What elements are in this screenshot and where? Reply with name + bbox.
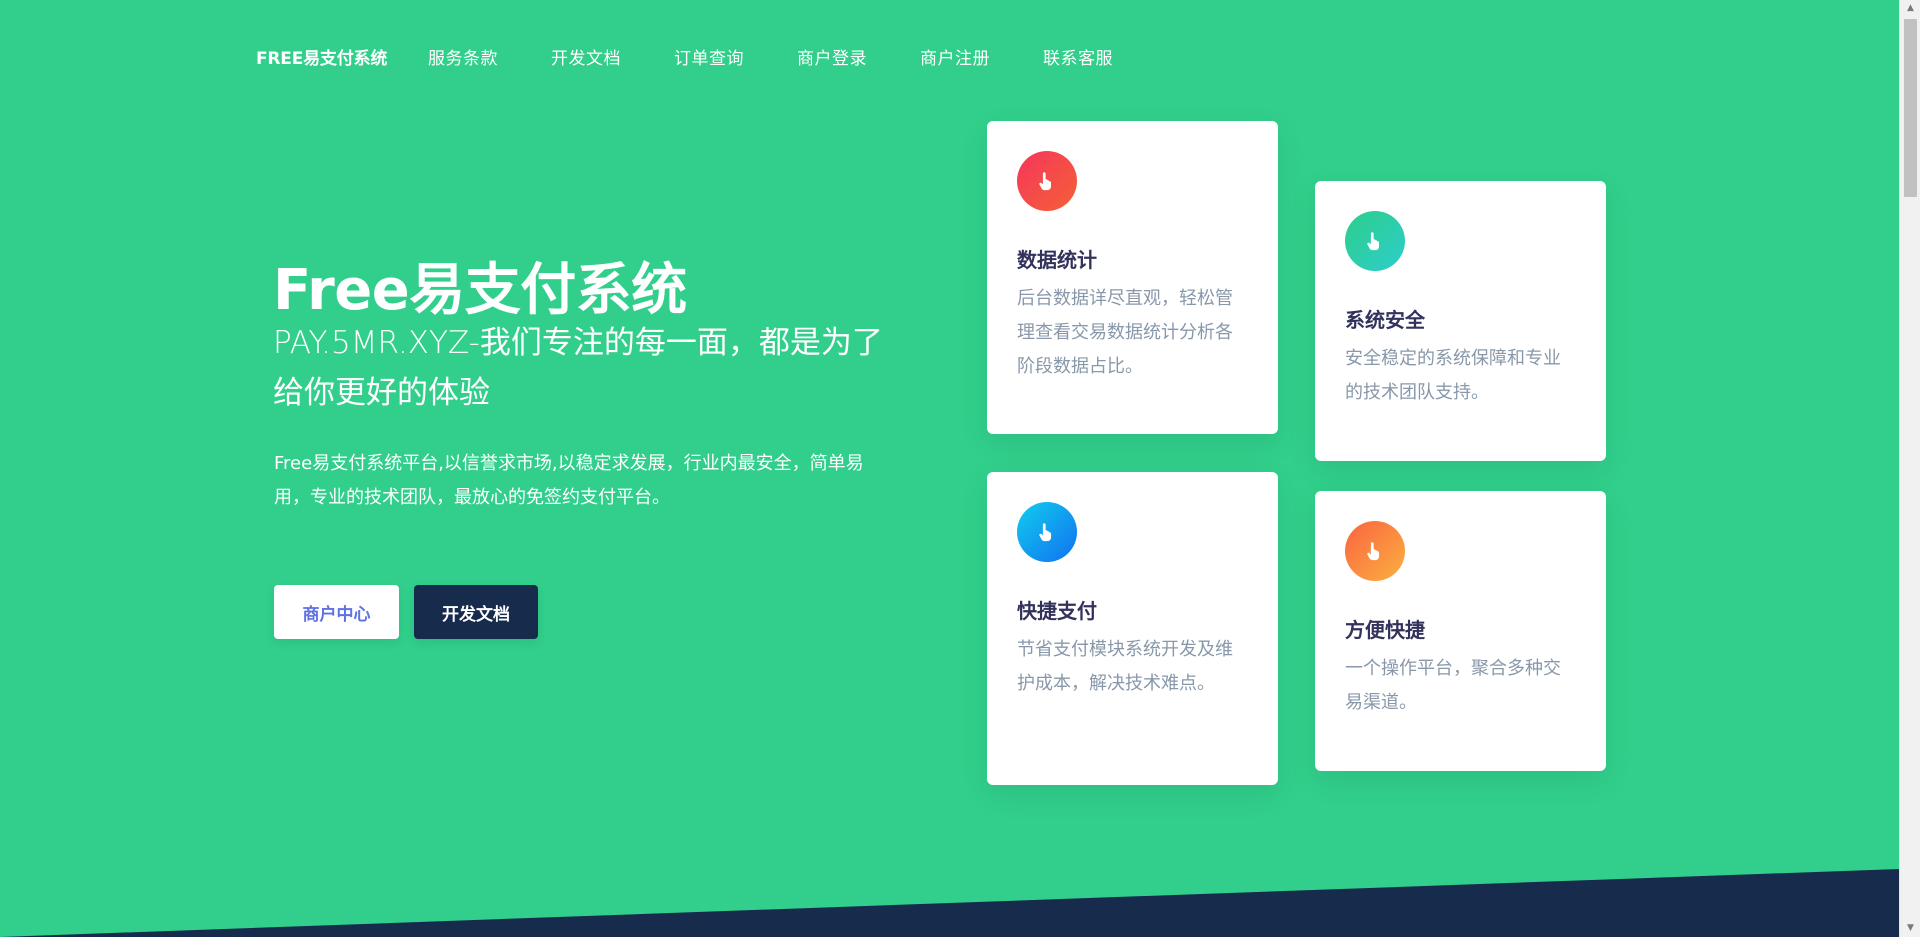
feature-card-quick-pay: 快捷支付 节省支付模块系统开发及维护成本，解决技术难点。 xyxy=(987,472,1278,785)
hand-pointer-icon xyxy=(1017,502,1077,562)
nav-item-terms[interactable]: 服务条款 xyxy=(428,44,498,69)
hand-pointer-icon xyxy=(1017,151,1077,211)
nav-item-dev-docs[interactable]: 开发文档 xyxy=(551,44,621,69)
feature-text: 一个操作平台，聚合多种交易渠道。 xyxy=(1345,658,1561,713)
top-navbar: FREE易支付系统 服务条款 开发文档 订单查询 商户登录 商户注册 联系客服 xyxy=(0,0,1899,110)
feature-title: 快捷支付 xyxy=(1017,599,1097,623)
scroll-up-arrow-icon[interactable]: ▲ xyxy=(1900,0,1920,17)
feature-text: 后台数据详尽直观，轻松管理查看交易数据统计分析各阶段数据占比。 xyxy=(1017,288,1233,377)
page-scrollbar[interactable]: ▲ ▼ xyxy=(1899,0,1920,937)
hero-description: Free易支付系统平台,以信誉求市场,以稳定求发展，行业内最安全，简单易用，专业… xyxy=(274,453,864,508)
nav-item-order-query[interactable]: 订单查询 xyxy=(674,44,744,69)
scroll-down-arrow-icon[interactable]: ▼ xyxy=(1900,920,1920,937)
dev-docs-button[interactable]: 开发文档 xyxy=(414,585,538,639)
scrollbar-thumb[interactable] xyxy=(1904,19,1917,197)
hand-pointer-icon xyxy=(1345,211,1405,271)
feature-text: 节省支付模块系统开发及维护成本，解决技术难点。 xyxy=(1017,639,1233,694)
nav-item-merchant-login[interactable]: 商户登录 xyxy=(797,44,867,69)
feature-title: 系统安全 xyxy=(1345,308,1425,332)
hand-pointer-icon xyxy=(1345,521,1405,581)
feature-title: 数据统计 xyxy=(1017,248,1097,272)
nav-item-contact-support[interactable]: 联系客服 xyxy=(1043,44,1113,69)
brand-logo[interactable]: FREE易支付系统 xyxy=(256,44,387,69)
nav-item-merchant-register[interactable]: 商户注册 xyxy=(920,44,990,69)
feature-card-stats: 数据统计 后台数据详尽直观，轻松管理查看交易数据统计分析各阶段数据占比。 xyxy=(987,121,1278,434)
hero-title: Free易支付系统 xyxy=(273,258,687,323)
feature-card-security: 系统安全 安全稳定的系统保障和专业的技术团队支持。 xyxy=(1315,181,1606,461)
nav-menu: 服务条款 开发文档 订单查询 商户登录 商户注册 联系客服 xyxy=(428,44,1166,69)
feature-title: 方便快捷 xyxy=(1345,618,1425,642)
feature-card-convenience: 方便快捷 一个操作平台，聚合多种交易渠道。 xyxy=(1315,491,1606,771)
merchant-center-button[interactable]: 商户中心 xyxy=(274,585,399,639)
feature-text: 安全稳定的系统保障和专业的技术团队支持。 xyxy=(1345,348,1561,403)
hero-subtitle: PAY.5MR.XYZ-我们专注的每一面，都是为了给你更好的体验 xyxy=(273,325,883,411)
